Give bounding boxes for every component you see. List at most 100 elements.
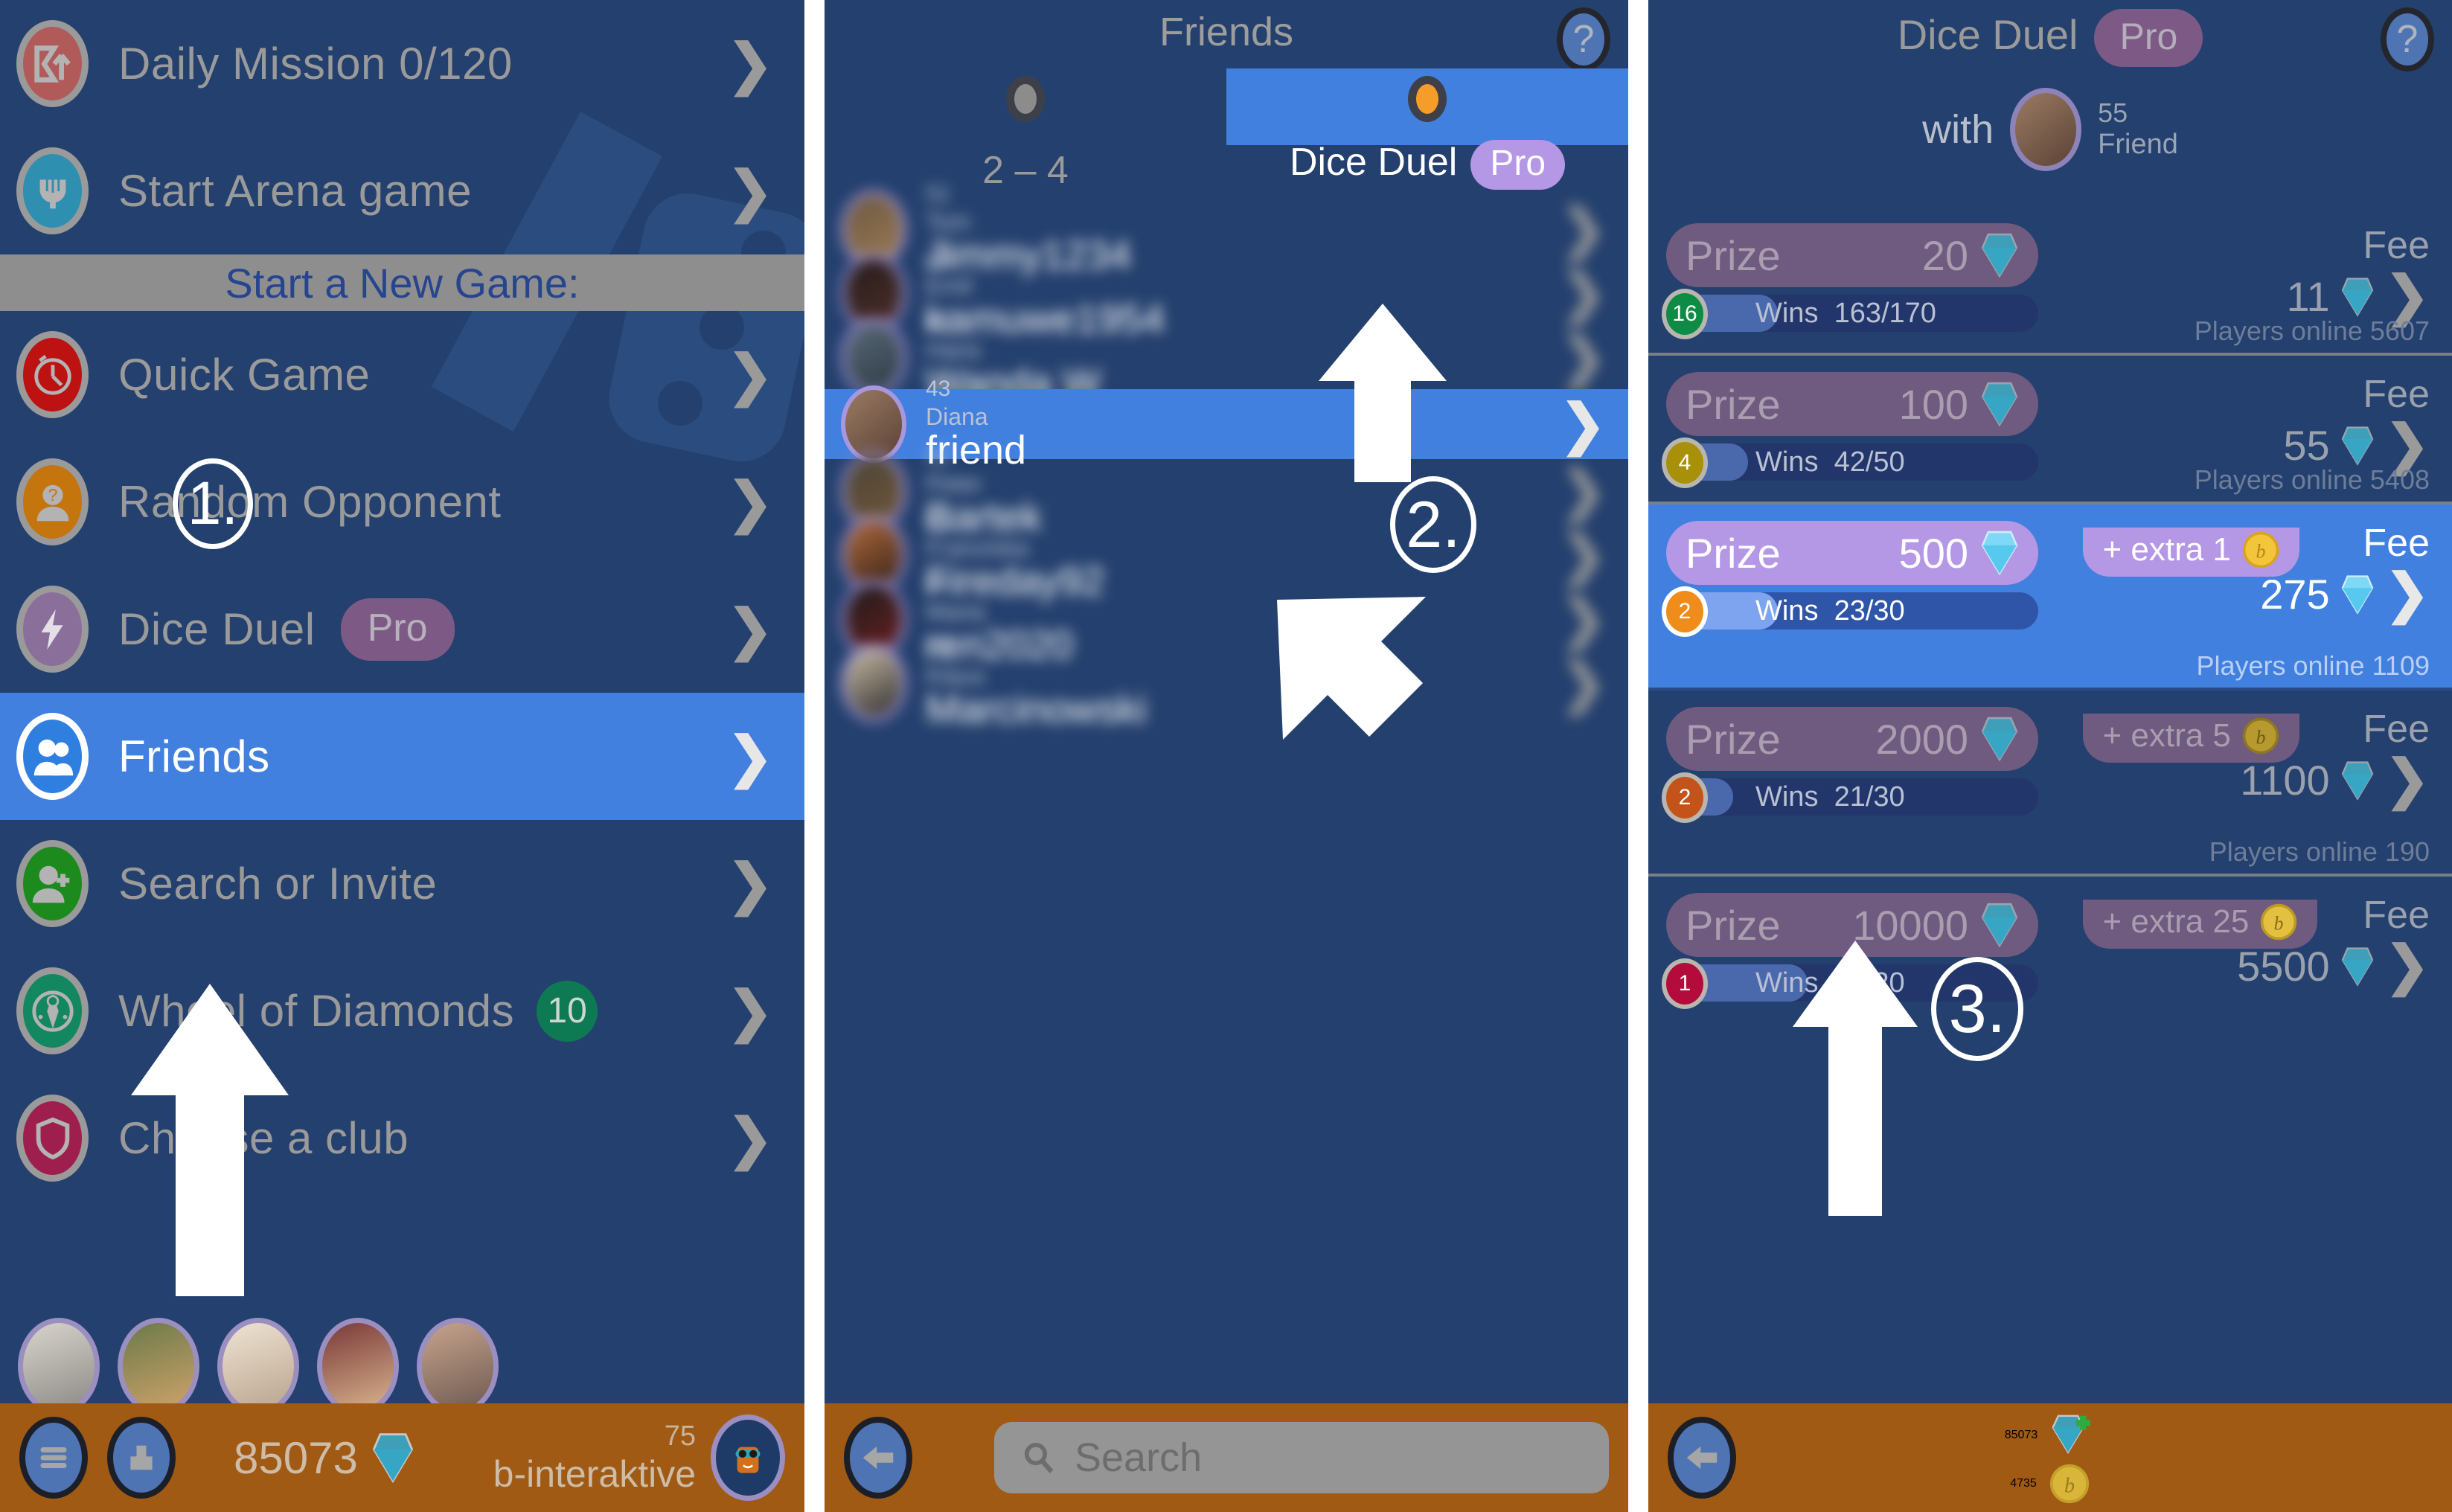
wins-progress: 4 Wins 42/50: [1662, 438, 2038, 488]
bottom-bar: 85073 75 b-interaktive: [0, 1403, 804, 1512]
prize-value: 20: [1921, 231, 1968, 279]
prize-label: Prize: [1686, 380, 1781, 428]
stopwatch-icon: [16, 331, 89, 418]
pro-badge: Pro: [1470, 140, 1566, 190]
hamburger-menu-icon[interactable]: [19, 1417, 88, 1499]
fee-block: Fee 55 ❯: [2283, 372, 2430, 472]
mode-dot-icon: [1408, 76, 1447, 122]
prize-value: 10000: [1852, 901, 1968, 949]
chevron-right-icon: ❯: [2384, 564, 2430, 624]
diamond-icon: [2341, 946, 2373, 987]
dice-duel-panel: Dice Duel Pro ? with 55 Friend Prize 20: [1648, 0, 2452, 1512]
back-arrow-icon[interactable]: [1668, 1417, 1736, 1499]
menu-item-daily-mission[interactable]: Daily Mission 0/120 ❯: [0, 0, 804, 127]
avatar: [841, 385, 906, 463]
chevron-right-icon: ❯: [726, 159, 773, 222]
fee-value: 11: [2286, 273, 2330, 320]
fee-value: 275: [2260, 571, 2330, 618]
with-label: with: [1922, 107, 1994, 152]
bottom-bar: 85073 4735 b: [1648, 1403, 2452, 1512]
prize-value: 2000: [1875, 715, 1968, 763]
list-item[interactable]: 39 Klaus Marcinowski ❯: [825, 637, 1628, 729]
avatar[interactable]: [417, 1318, 499, 1415]
fee-value: 55: [2283, 422, 2330, 469]
stake-row[interactable]: Prize 100 4 Wins 42/50 Fee 55 ❯ Players …: [1648, 356, 2452, 504]
wins-label: Wins: [1755, 446, 1819, 478]
menu-item-label: Dice Duel: [118, 604, 316, 654]
diamond-balance[interactable]: 85073: [2005, 1411, 2096, 1460]
annotation-step-3: 3.: [1931, 957, 2023, 1061]
coin-balance[interactable]: 4735 b: [2010, 1463, 2090, 1505]
menu-item-start-arena-game[interactable]: Start Arena game ❯: [0, 127, 804, 254]
friend-level: 43: [926, 377, 951, 401]
wins-value: 42/50: [1834, 446, 1905, 478]
prize-pill: Prize 2000: [1666, 707, 2038, 771]
diamond-balance[interactable]: 85073: [234, 1430, 414, 1485]
menu-item-dice-duel[interactable]: Dice Duel Pro ❯: [0, 566, 804, 693]
stake-row[interactable]: Prize 10000 + extra 25 b 1 Wins 14/20 Fe…: [1648, 877, 2452, 1063]
menu-item-quick-game[interactable]: Quick Game ❯: [0, 311, 804, 438]
wheel-count-badge: 10: [537, 980, 598, 1042]
player-level: 75: [664, 1420, 696, 1452]
coin-icon: b: [2049, 1464, 2089, 1504]
mascot-avatar[interactable]: [711, 1415, 785, 1501]
rank-medal: 2: [1662, 772, 1708, 823]
extra-label: + extra 5: [2102, 717, 2231, 754]
rank-medal: 1: [1662, 958, 1708, 1009]
shield-icon: [16, 1095, 89, 1182]
question-person-icon: ?: [16, 458, 89, 545]
wins-progress: 16 Wins 163/170: [1662, 289, 2038, 339]
diamond-count: 85073: [234, 1432, 358, 1483]
question-mark-icon[interactable]: ?: [2381, 7, 2434, 71]
chevron-right-icon: ❯: [1559, 262, 1606, 324]
mode-tab-label: Dice Duel: [1289, 141, 1458, 184]
avatar[interactable]: [118, 1318, 199, 1415]
question-mark-icon[interactable]: ?: [1557, 7, 1610, 71]
chevron-right-icon: ❯: [726, 725, 773, 787]
menu-item-friends[interactable]: Friends ❯: [0, 693, 804, 820]
menu-item-choose-a-club[interactable]: Choose a club ❯: [0, 1074, 804, 1202]
fee-block: Fee 275 ❯: [2260, 521, 2430, 624]
stake-row[interactable]: Prize 2000 + extra 5 b 2 Wins 21/30 Fee: [1648, 691, 2452, 877]
avatar[interactable]: [18, 1318, 100, 1415]
thumbs-up-icon[interactable]: [107, 1417, 176, 1499]
back-arrow-icon[interactable]: [844, 1417, 912, 1499]
search-input[interactable]: Search: [994, 1422, 1609, 1493]
diamond-plus-icon: [2052, 1415, 2091, 1454]
rank-medal: 16: [1662, 289, 1708, 339]
stake-row-selected[interactable]: Prize 500 + extra 1 b 2 Wins 23/30 Fee 2: [1648, 504, 2452, 691]
friend-avatar-strip: [0, 1318, 804, 1415]
players-online: Players online 5408: [2194, 464, 2430, 495]
menu-item-search-or-invite[interactable]: Search or Invite ❯: [0, 820, 804, 947]
wins-label: Wins: [1755, 781, 1819, 813]
fee-value: 5500: [2237, 943, 2330, 990]
panel-divider: [804, 0, 825, 1512]
diamond-icon: [2341, 426, 2373, 466]
prize-pill: Prize 500: [1666, 521, 2038, 585]
chevron-right-icon: ❯: [1559, 460, 1606, 522]
mode-tab-dice-duel[interactable]: Dice Duel Pro: [1226, 68, 1628, 190]
prize-label: Prize: [1686, 231, 1781, 279]
opponent-avatar[interactable]: [2010, 88, 2082, 171]
prize-label: Prize: [1686, 529, 1781, 577]
menu-item-wheel-of-diamonds[interactable]: Wheel of Diamonds 10 ❯: [0, 947, 804, 1074]
avatar[interactable]: [217, 1318, 299, 1415]
chevron-right-icon: ❯: [726, 470, 773, 533]
menu-item-random-opponent[interactable]: ? Random Opponent ❯: [0, 438, 804, 566]
players-online: Players online 190: [2209, 836, 2430, 867]
opponent-level: 55: [2098, 97, 2128, 129]
stake-row[interactable]: Prize 20 16 Wins 163/170 Fee 11 ❯ Player…: [1648, 207, 2452, 356]
mode-tab-2-4[interactable]: 2 – 4: [825, 68, 1226, 192]
rank-medal: 2: [1662, 586, 1708, 637]
friend-real-name: Diana: [926, 403, 988, 430]
panel-divider: [1628, 0, 1648, 1512]
prize-pill: Prize 100: [1666, 372, 2038, 436]
avatar[interactable]: [317, 1318, 399, 1415]
profile-block[interactable]: 75 b-interaktive: [493, 1415, 785, 1501]
chevron-right-icon: ❯: [2384, 750, 2430, 810]
chevron-right-icon: ❯: [726, 598, 773, 660]
mode-dot-icon: [1006, 76, 1045, 122]
chevron-right-icon: ❯: [2384, 936, 2430, 996]
bottom-bar: Search: [825, 1403, 1628, 1512]
wins-value: 163/170: [1834, 297, 1936, 329]
